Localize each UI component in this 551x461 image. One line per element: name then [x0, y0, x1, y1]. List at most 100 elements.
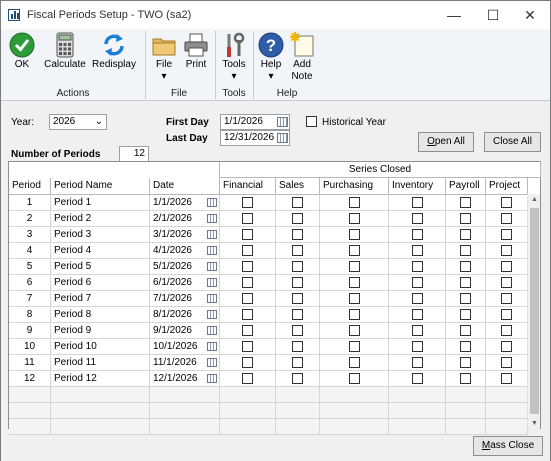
cell-financial[interactable] — [220, 243, 276, 259]
inventory-closed-checkbox[interactable] — [412, 213, 423, 224]
cell-inventory[interactable] — [389, 387, 446, 403]
ok-button[interactable]: OK — [7, 31, 37, 81]
cell-purchasing[interactable] — [320, 371, 389, 387]
cell-inventory[interactable] — [389, 419, 446, 435]
cell-financial[interactable] — [220, 355, 276, 371]
payroll-closed-checkbox[interactable] — [460, 245, 471, 256]
calendar-icon[interactable] — [207, 326, 217, 335]
table-row[interactable]: 5 Period 5 5/1/2026 — [9, 259, 528, 275]
cell-financial[interactable] — [220, 211, 276, 227]
payroll-closed-checkbox[interactable] — [460, 213, 471, 224]
cell-date[interactable]: 5/1/2026 — [150, 259, 220, 275]
project-closed-checkbox[interactable] — [501, 341, 512, 352]
table-row[interactable]: 10 Period 10 10/1/2026 — [9, 339, 528, 355]
cell-financial[interactable] — [220, 323, 276, 339]
cell-sales[interactable] — [276, 211, 320, 227]
financial-closed-checkbox[interactable] — [242, 373, 253, 384]
cell-date[interactable]: 4/1/2026 — [150, 243, 220, 259]
open-all-button[interactable]: Open All — [418, 132, 474, 152]
inventory-closed-checkbox[interactable] — [412, 277, 423, 288]
cell-payroll[interactable] — [446, 243, 486, 259]
purchasing-closed-checkbox[interactable] — [349, 213, 360, 224]
vertical-scrollbar[interactable]: ▲ ▼ — [527, 194, 540, 430]
cell-project[interactable] — [486, 339, 528, 355]
column-header-purchasing[interactable]: Purchasing — [320, 178, 389, 195]
calendar-icon[interactable] — [207, 214, 217, 223]
calendar-icon[interactable] — [207, 310, 217, 319]
cell-project[interactable] — [486, 275, 528, 291]
column-header-financial[interactable]: Financial — [220, 178, 276, 195]
cell-payroll[interactable] — [446, 339, 486, 355]
cell-inventory[interactable] — [389, 355, 446, 371]
payroll-closed-checkbox[interactable] — [460, 261, 471, 272]
cell-project[interactable] — [486, 371, 528, 387]
cell-purchasing[interactable] — [320, 211, 389, 227]
cell-payroll[interactable] — [446, 275, 486, 291]
cell-financial[interactable] — [220, 339, 276, 355]
calendar-icon[interactable] — [207, 342, 217, 351]
help-menu-button[interactable]: ? Help ▾ — [257, 31, 285, 82]
financial-closed-checkbox[interactable] — [242, 261, 253, 272]
cell-purchasing[interactable] — [320, 419, 389, 435]
cell-project[interactable] — [486, 355, 528, 371]
cell-inventory[interactable] — [389, 291, 446, 307]
payroll-closed-checkbox[interactable] — [460, 277, 471, 288]
table-row[interactable]: 9 Period 9 9/1/2026 — [9, 323, 528, 339]
payroll-closed-checkbox[interactable] — [460, 325, 471, 336]
financial-closed-checkbox[interactable] — [242, 309, 253, 320]
inventory-closed-checkbox[interactable] — [412, 293, 423, 304]
cell-date[interactable] — [150, 419, 220, 435]
purchasing-closed-checkbox[interactable] — [349, 293, 360, 304]
cell-purchasing[interactable] — [320, 243, 389, 259]
cell-financial[interactable] — [220, 227, 276, 243]
project-closed-checkbox[interactable] — [501, 293, 512, 304]
payroll-closed-checkbox[interactable] — [460, 357, 471, 368]
purchasing-closed-checkbox[interactable] — [349, 341, 360, 352]
table-row[interactable]: 11 Period 11 11/1/2026 — [9, 355, 528, 371]
cell-financial[interactable] — [220, 291, 276, 307]
last-day-input[interactable]: 12/31/2026 — [220, 130, 290, 146]
sales-closed-checkbox[interactable] — [292, 277, 303, 288]
payroll-closed-checkbox[interactable] — [460, 293, 471, 304]
close-window-button[interactable]: ✕ — [510, 1, 550, 29]
cell-purchasing[interactable] — [320, 275, 389, 291]
cell-project[interactable] — [486, 195, 528, 211]
inventory-closed-checkbox[interactable] — [412, 341, 423, 352]
sales-closed-checkbox[interactable] — [292, 197, 303, 208]
sales-closed-checkbox[interactable] — [292, 245, 303, 256]
cell-sales[interactable] — [276, 371, 320, 387]
cell-payroll[interactable] — [446, 419, 486, 435]
file-menu-button[interactable]: File ▾ — [149, 31, 179, 82]
first-day-input[interactable]: 1/1/2026 — [220, 114, 290, 130]
cell-sales[interactable] — [276, 339, 320, 355]
financial-closed-checkbox[interactable] — [242, 293, 253, 304]
cell-project[interactable] — [486, 291, 528, 307]
scroll-up-icon[interactable]: ▲ — [528, 194, 541, 206]
cell-inventory[interactable] — [389, 243, 446, 259]
table-row[interactable]: 8 Period 8 8/1/2026 — [9, 307, 528, 323]
cell-date[interactable]: 11/1/2026 — [150, 355, 220, 371]
cell-purchasing[interactable] — [320, 259, 389, 275]
cell-inventory[interactable] — [389, 275, 446, 291]
sales-closed-checkbox[interactable] — [292, 341, 303, 352]
cell-date[interactable]: 12/1/2026 — [150, 371, 220, 387]
purchasing-closed-checkbox[interactable] — [349, 197, 360, 208]
project-closed-checkbox[interactable] — [501, 261, 512, 272]
financial-closed-checkbox[interactable] — [242, 197, 253, 208]
sales-closed-checkbox[interactable] — [292, 325, 303, 336]
minimize-button[interactable]: — — [434, 1, 474, 29]
cell-payroll[interactable] — [446, 211, 486, 227]
cell-project[interactable] — [486, 211, 528, 227]
financial-closed-checkbox[interactable] — [242, 245, 253, 256]
purchasing-closed-checkbox[interactable] — [349, 261, 360, 272]
inventory-closed-checkbox[interactable] — [412, 309, 423, 320]
cell-payroll[interactable] — [446, 371, 486, 387]
maximize-button[interactable]: ☐ — [473, 1, 513, 29]
calendar-icon[interactable] — [207, 294, 217, 303]
cell-inventory[interactable] — [389, 339, 446, 355]
financial-closed-checkbox[interactable] — [242, 341, 253, 352]
inventory-closed-checkbox[interactable] — [412, 325, 423, 336]
sales-closed-checkbox[interactable] — [292, 309, 303, 320]
cell-sales[interactable] — [276, 387, 320, 403]
project-closed-checkbox[interactable] — [501, 309, 512, 320]
